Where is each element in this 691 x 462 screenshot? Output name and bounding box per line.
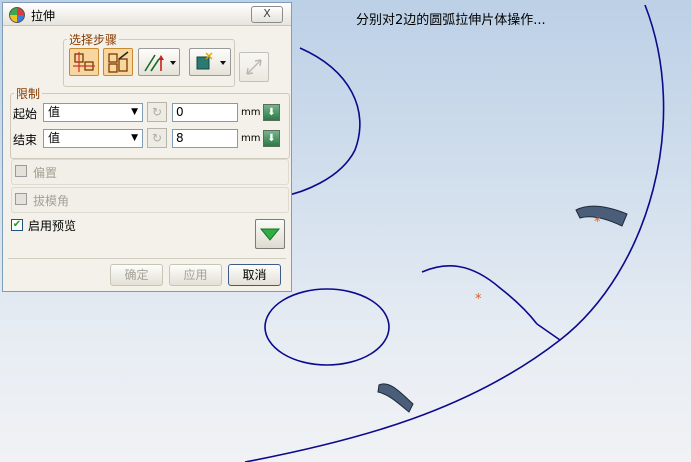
dialog-titlebar[interactable]: 拉伸 X <box>3 3 291 26</box>
limits-label: 限制 <box>14 85 43 102</box>
expand-down-icon <box>259 228 281 241</box>
offset-label: 偏置 <box>33 166 58 180</box>
selection-steps-label: 选择步骤 <box>67 31 120 48</box>
preview-checkbox[interactable]: ✔ <box>11 219 23 231</box>
start-type-select[interactable]: 值 ▼ <box>43 103 143 122</box>
end-distance-input[interactable]: 8 <box>172 129 238 148</box>
direction-step-button[interactable] <box>103 48 133 76</box>
body-type-dropdown[interactable] <box>189 48 231 76</box>
cancel-button[interactable]: 取消 <box>228 264 281 286</box>
vector-icon <box>144 54 160 72</box>
start-formula-button[interactable]: ↻ <box>147 102 167 122</box>
down-arrow-icon: ⬇ <box>267 107 276 118</box>
draft-checkbox[interactable] <box>15 193 27 205</box>
dialog-title: 拉伸 <box>31 9 56 23</box>
preview-label: 启用预览 <box>28 219 77 233</box>
end-options-button[interactable]: ⬇ <box>263 130 280 147</box>
upper-arc <box>283 47 361 197</box>
chevron-down-icon: ▼ <box>131 133 138 143</box>
center-marker: * <box>594 215 601 230</box>
start-options-button[interactable]: ⬇ <box>263 104 280 121</box>
chevron-down-icon <box>220 61 226 65</box>
start-label: 起始 <box>13 107 38 121</box>
start-type-value: 值 <box>48 105 61 119</box>
center-marker: * <box>475 292 482 307</box>
body-icon <box>196 56 210 70</box>
apply-button[interactable]: 应用 <box>169 264 222 286</box>
end-type-value: 值 <box>48 131 61 145</box>
instruction-caption: 分别对2边的圆弧拉伸片体操作... <box>356 13 546 28</box>
outer-arc <box>244 4 665 462</box>
sheet-body-right <box>575 205 628 227</box>
sheet-body-bottom <box>377 383 414 413</box>
chevron-down-icon: ▼ <box>131 107 138 117</box>
expand-more-button[interactable] <box>255 219 285 249</box>
draft-label: 拔模角 <box>33 194 70 208</box>
down-arrow-icon: ⬇ <box>267 133 276 144</box>
end-type-select[interactable]: 值 ▼ <box>43 129 143 148</box>
section-step-button[interactable] <box>69 48 99 76</box>
app-logo-icon <box>9 7 25 23</box>
end-formula-button[interactable]: ↻ <box>147 128 167 148</box>
offset-checkbox[interactable] <box>15 165 27 177</box>
start-unit: mm <box>241 107 261 118</box>
vector-dropdown[interactable] <box>138 48 180 76</box>
end-label: 结束 <box>13 133 38 147</box>
dialog-divider <box>8 258 286 259</box>
circle-curve <box>264 288 390 366</box>
radial-line <box>536 323 561 341</box>
extrude-dialog: 拉伸 X 选择步骤 限制 起始 值 ▼ ↻ 0 mm ⬇ 结束 值 ▼ ↻ 8 … <box>2 2 292 292</box>
end-unit: mm <box>241 133 261 144</box>
reverse-direction-button[interactable] <box>239 52 269 82</box>
ok-button[interactable]: 确定 <box>110 264 163 286</box>
chevron-down-icon <box>170 61 176 65</box>
start-distance-input[interactable]: 0 <box>172 103 238 122</box>
close-button[interactable]: X <box>251 6 283 23</box>
reverse-arrow-icon <box>246 59 262 75</box>
